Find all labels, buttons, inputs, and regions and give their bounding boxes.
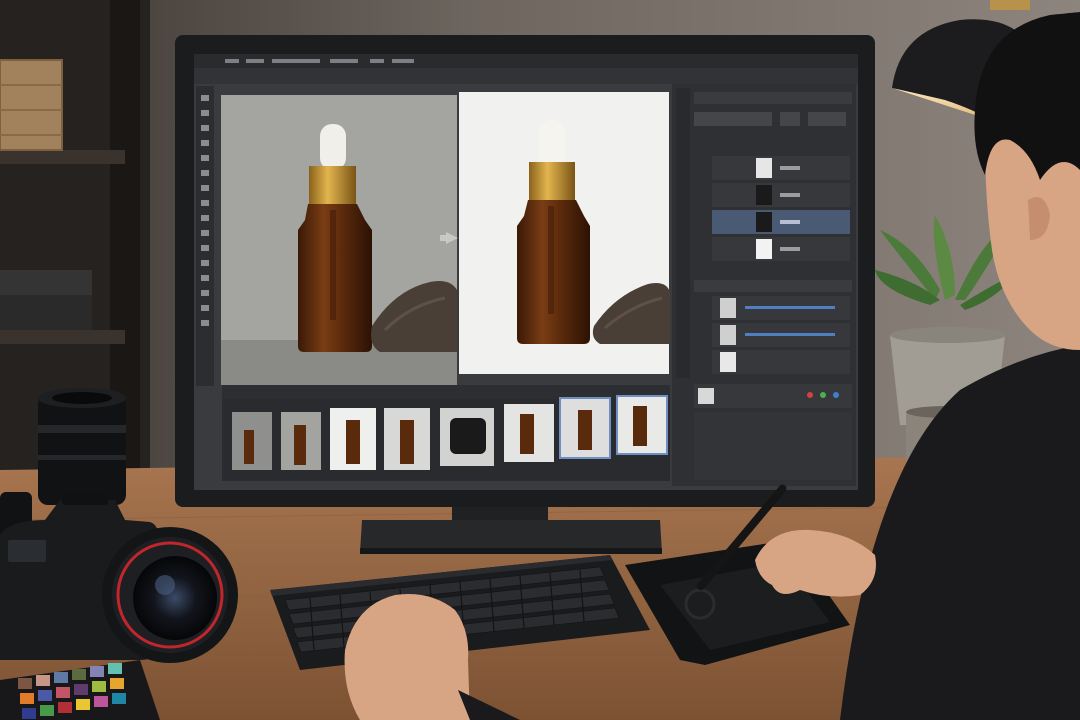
monitor bbox=[175, 35, 875, 507]
camera-lens bbox=[38, 388, 126, 505]
scene-svg bbox=[0, 0, 1080, 720]
wicker-basket bbox=[0, 60, 62, 150]
photo-scene bbox=[0, 0, 1080, 720]
adjustments-list bbox=[712, 296, 850, 374]
